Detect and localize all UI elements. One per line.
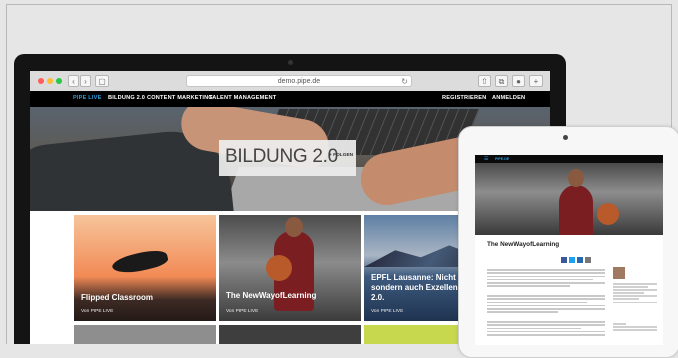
sidebar-toggle-button[interactable]: ▢: [95, 75, 109, 87]
player-head-graphic: [285, 217, 303, 237]
article-tile-partial[interactable]: [219, 325, 361, 344]
chevron-right-icon: ›: [84, 77, 87, 86]
nav-item-content-marketing[interactable]: CONTENT MARKETING: [147, 95, 213, 101]
tabs-button[interactable]: ⧉: [495, 75, 508, 87]
plus-icon: +: [533, 77, 539, 86]
basketball-graphic: [266, 255, 292, 281]
nav-item-talent-management[interactable]: TALENT MANAGEMENT: [209, 95, 276, 101]
mail-icon[interactable]: [585, 257, 591, 263]
maximize-window-button[interactable]: [56, 78, 62, 84]
sidebar-icon: ▢: [98, 77, 106, 86]
tablet-mockup: ☰ PIPE.DE The NewWayofLearning: [458, 126, 678, 358]
hero-title-box: BILDUNG 2.0 + FOLGEN: [219, 140, 356, 176]
article-text: [487, 295, 605, 315]
share-button[interactable]: ⇧: [478, 75, 491, 87]
silhouette-graphic: [110, 246, 170, 278]
menu-icon[interactable]: ☰: [484, 156, 488, 162]
browser-toolbar: ‹ › ▢ demo.pipe.de ↻ ⇧ ⧉ ● +: [30, 71, 550, 92]
nav-item-pipe-live[interactable]: PIPE LIVE: [73, 95, 102, 101]
twitter-icon[interactable]: [569, 257, 575, 263]
article-title: The NewWayofLearning: [487, 241, 560, 248]
register-link[interactable]: REGISTRIEREN: [442, 95, 486, 101]
tile-title-line: 2.0.: [371, 293, 385, 302]
nav-item-bildung[interactable]: BILDUNG 2.0: [108, 95, 145, 101]
player-head-graphic: [568, 169, 584, 187]
tabs-icon: ⧉: [498, 77, 505, 86]
player-graphic: [559, 185, 593, 235]
tile-byline: Von PIPE LIVE: [226, 309, 259, 314]
article-tile-partial[interactable]: [74, 325, 216, 344]
tile-title-line: EPFL Lausanne: Nicht: [371, 273, 456, 282]
extension-button[interactable]: ●: [512, 75, 525, 87]
tablet-nav-label[interactable]: PIPE.DE: [495, 157, 509, 161]
tablet-nav: ☰ PIPE.DE: [475, 155, 663, 163]
add-tab-button[interactable]: +: [529, 75, 543, 87]
chevron-left-icon: ‹: [72, 77, 75, 86]
article-text: [487, 321, 605, 337]
tablet-screen: ☰ PIPE.DE The NewWayofLearning: [475, 155, 663, 345]
facebook-icon[interactable]: [561, 257, 567, 263]
article-text: [487, 269, 605, 289]
minimize-window-button[interactable]: [47, 78, 53, 84]
address-bar[interactable]: demo.pipe.de ↻: [186, 75, 412, 87]
tablet-camera: [563, 135, 568, 140]
forward-button[interactable]: ›: [80, 75, 91, 87]
article-tile[interactable]: The NewWayofLearning Von PIPE LIVE: [219, 215, 361, 321]
tile-byline: Von PIPE LIVE: [371, 309, 404, 314]
linkedin-icon[interactable]: [577, 257, 583, 263]
tile-title: The NewWayofLearning: [226, 291, 317, 300]
author-sidebar: [613, 283, 657, 305]
tile-byline: Von PIPE LIVE: [81, 309, 114, 314]
avatar[interactable]: [613, 267, 625, 279]
article-image: [475, 163, 663, 235]
article-tile[interactable]: Flipped Classroom Von PIPE LIVE: [74, 215, 216, 321]
share-icon: ⇧: [481, 77, 488, 86]
tile-title: Flipped Classroom: [81, 293, 154, 302]
basketball-graphic: [597, 203, 619, 225]
close-window-button[interactable]: [38, 78, 44, 84]
url-text: demo.pipe.de: [277, 78, 321, 85]
tile-title-line: sondern auch Exzellen: [371, 283, 458, 292]
follow-button[interactable]: + FOLGEN: [329, 153, 353, 158]
extension-icon: ●: [516, 77, 521, 86]
site-nav: PIPE LIVE BILDUNG 2.0 CONTENT MARKETING …: [30, 91, 550, 107]
back-button[interactable]: ‹: [68, 75, 79, 87]
hero-title: BILDUNG 2.0: [225, 146, 338, 167]
reload-icon[interactable]: ↻: [401, 76, 408, 87]
login-link[interactable]: ANMELDEN: [492, 95, 525, 101]
laptop-camera: [288, 60, 293, 65]
sidebar-block: [613, 323, 657, 332]
